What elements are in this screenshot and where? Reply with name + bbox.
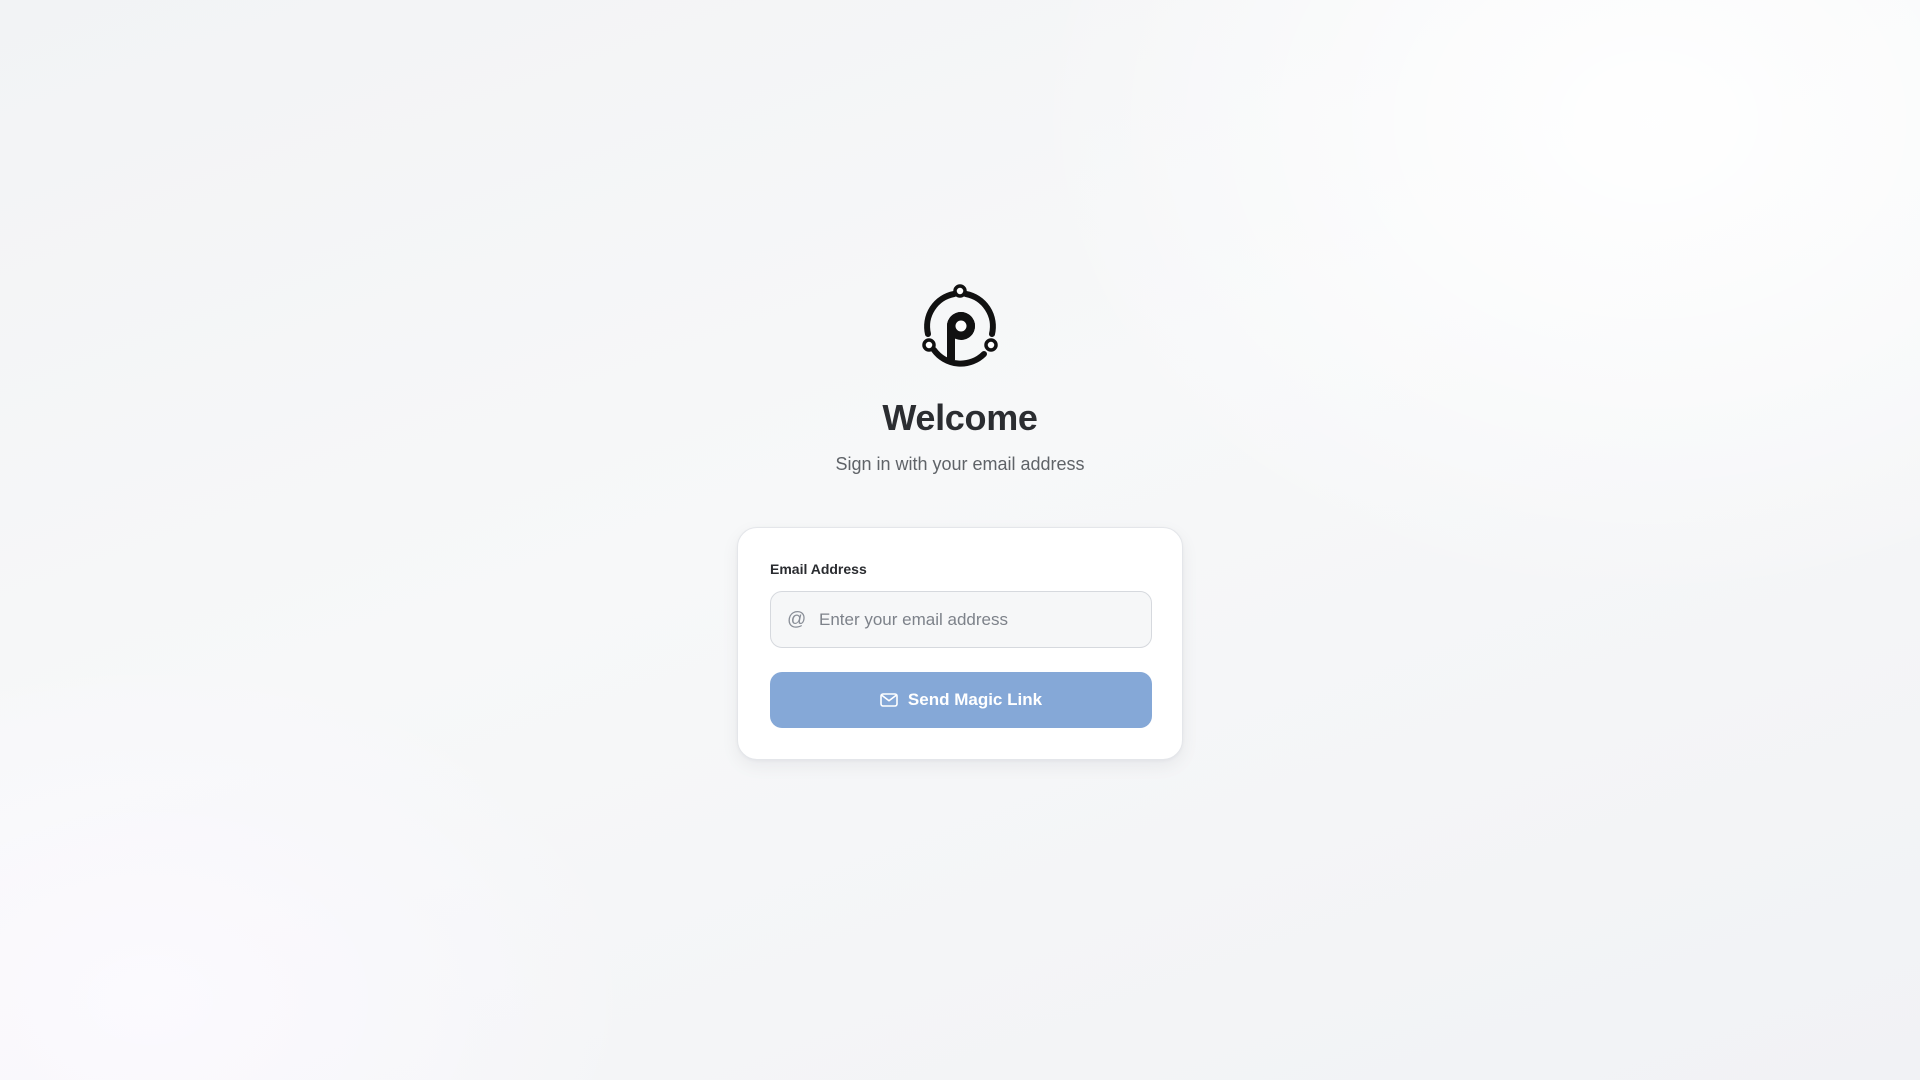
email-field-label: Email Address xyxy=(770,561,867,577)
login-header: Welcome Sign in with your email address xyxy=(0,284,1920,476)
page-title: Welcome xyxy=(882,397,1038,438)
login-page: Welcome Sign in with your email address … xyxy=(0,0,1920,1080)
p-orbit-logo-icon xyxy=(922,284,998,367)
mail-icon xyxy=(880,693,898,707)
email-input[interactable] xyxy=(819,592,1139,647)
page-subtitle: Sign in with your email address xyxy=(835,454,1085,474)
send-magic-link-button[interactable]: Send Magic Link xyxy=(770,672,1152,728)
send-magic-link-label: Send Magic Link xyxy=(907,690,1043,709)
email-field[interactable]: @ xyxy=(770,591,1152,648)
at-icon: @ xyxy=(787,608,807,630)
login-card: Email Address @ Send Magic Link xyxy=(737,527,1183,760)
